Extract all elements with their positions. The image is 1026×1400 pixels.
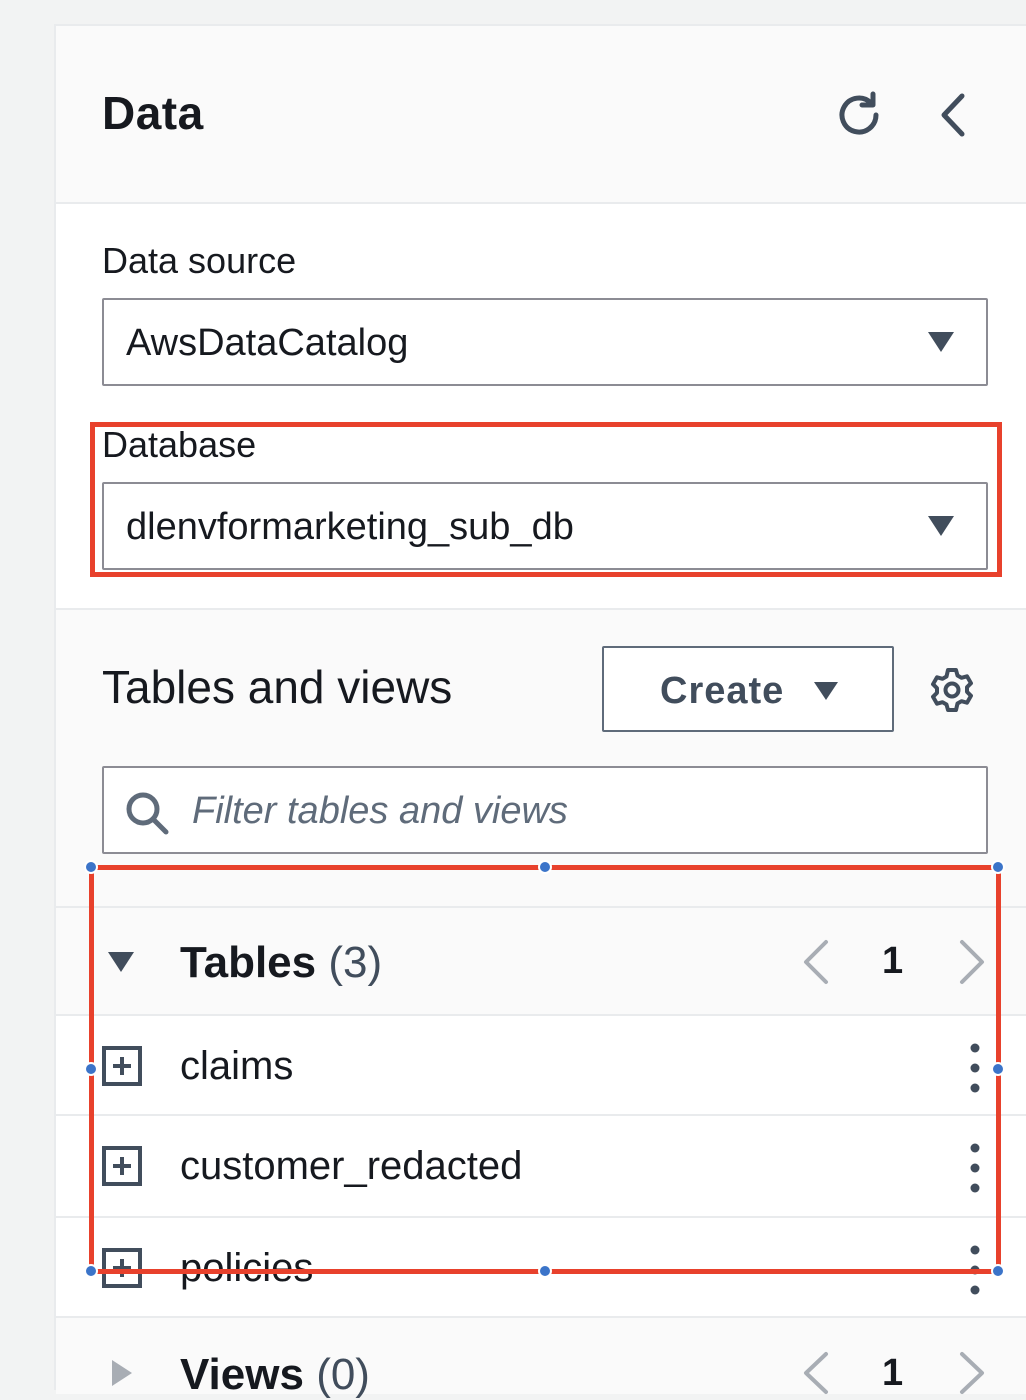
- selection-handle[interactable]: [538, 1264, 552, 1278]
- tables-group-title: Tables (3): [180, 938, 382, 988]
- views-group-title: Views (0): [180, 1350, 370, 1400]
- panel-title: Data: [102, 87, 204, 139]
- refresh-icon[interactable]: [832, 88, 886, 142]
- tables-group-count: (3): [328, 938, 383, 987]
- selection-handle[interactable]: [538, 860, 552, 874]
- selection-handle[interactable]: [84, 1264, 98, 1278]
- table-name: claims: [180, 1044, 294, 1088]
- filter-tables-input[interactable]: Filter tables and views: [102, 766, 988, 854]
- plus-square-icon[interactable]: [102, 1248, 142, 1288]
- caret-down-icon: [814, 682, 838, 700]
- caret-right-icon[interactable]: [106, 1358, 136, 1388]
- chevron-left-icon[interactable]: [800, 938, 832, 986]
- tables-page-number[interactable]: 1: [882, 940, 903, 983]
- data-source-label: Data source: [102, 240, 297, 281]
- caret-down-icon: [928, 332, 954, 352]
- table-row[interactable]: claims: [56, 1014, 1026, 1116]
- table-name: customer_redacted: [180, 1144, 523, 1188]
- views-group-count: (0): [316, 1350, 370, 1399]
- views-group-name: Views: [180, 1350, 304, 1399]
- database-label: Database: [102, 424, 257, 465]
- gear-icon[interactable]: [928, 666, 976, 714]
- chevron-left-icon[interactable]: [928, 88, 982, 142]
- caret-down-icon: [928, 516, 954, 536]
- tables-and-views-title: Tables and views: [102, 661, 453, 713]
- views-page-number[interactable]: 1: [882, 1352, 903, 1395]
- plus-square-icon[interactable]: [102, 1146, 142, 1186]
- plus-square-icon[interactable]: [102, 1046, 142, 1086]
- chevron-left-icon[interactable]: [800, 1350, 832, 1396]
- selection-handle[interactable]: [84, 1062, 98, 1076]
- selection-handle[interactable]: [991, 860, 1005, 874]
- chevron-right-icon[interactable]: [956, 1350, 988, 1396]
- tables-group-header[interactable]: Tables (3) 1: [56, 906, 1026, 1014]
- filter-placeholder: Filter tables and views: [192, 790, 568, 832]
- database-value: dlenvformarketing_sub_db: [126, 506, 574, 548]
- table-name: policies: [180, 1246, 314, 1290]
- create-button-label: Create: [660, 670, 785, 712]
- selection-handle[interactable]: [84, 860, 98, 874]
- search-icon: [126, 792, 169, 835]
- vertical-ellipsis-icon[interactable]: [964, 1244, 986, 1296]
- vertical-ellipsis-icon[interactable]: [964, 1142, 986, 1194]
- selection-handle[interactable]: [991, 1264, 1005, 1278]
- data-source-select[interactable]: AwsDataCatalog: [102, 298, 988, 386]
- tables-group-name: Tables: [180, 938, 317, 987]
- vertical-ellipsis-icon[interactable]: [964, 1042, 986, 1094]
- database-select[interactable]: dlenvformarketing_sub_db: [102, 482, 988, 570]
- data-source-value: AwsDataCatalog: [126, 322, 409, 364]
- create-button[interactable]: Create: [602, 646, 894, 732]
- table-row[interactable]: customer_redacted: [56, 1114, 1026, 1216]
- selection-handle[interactable]: [991, 1062, 1005, 1076]
- caret-down-icon[interactable]: [106, 946, 136, 976]
- data-panel: Data Data source AwsDataCatalog Database…: [54, 24, 1026, 1399]
- views-group-header[interactable]: Views (0) 1: [56, 1316, 1026, 1399]
- panel-header: Data: [56, 26, 1026, 204]
- chevron-right-icon[interactable]: [956, 938, 988, 986]
